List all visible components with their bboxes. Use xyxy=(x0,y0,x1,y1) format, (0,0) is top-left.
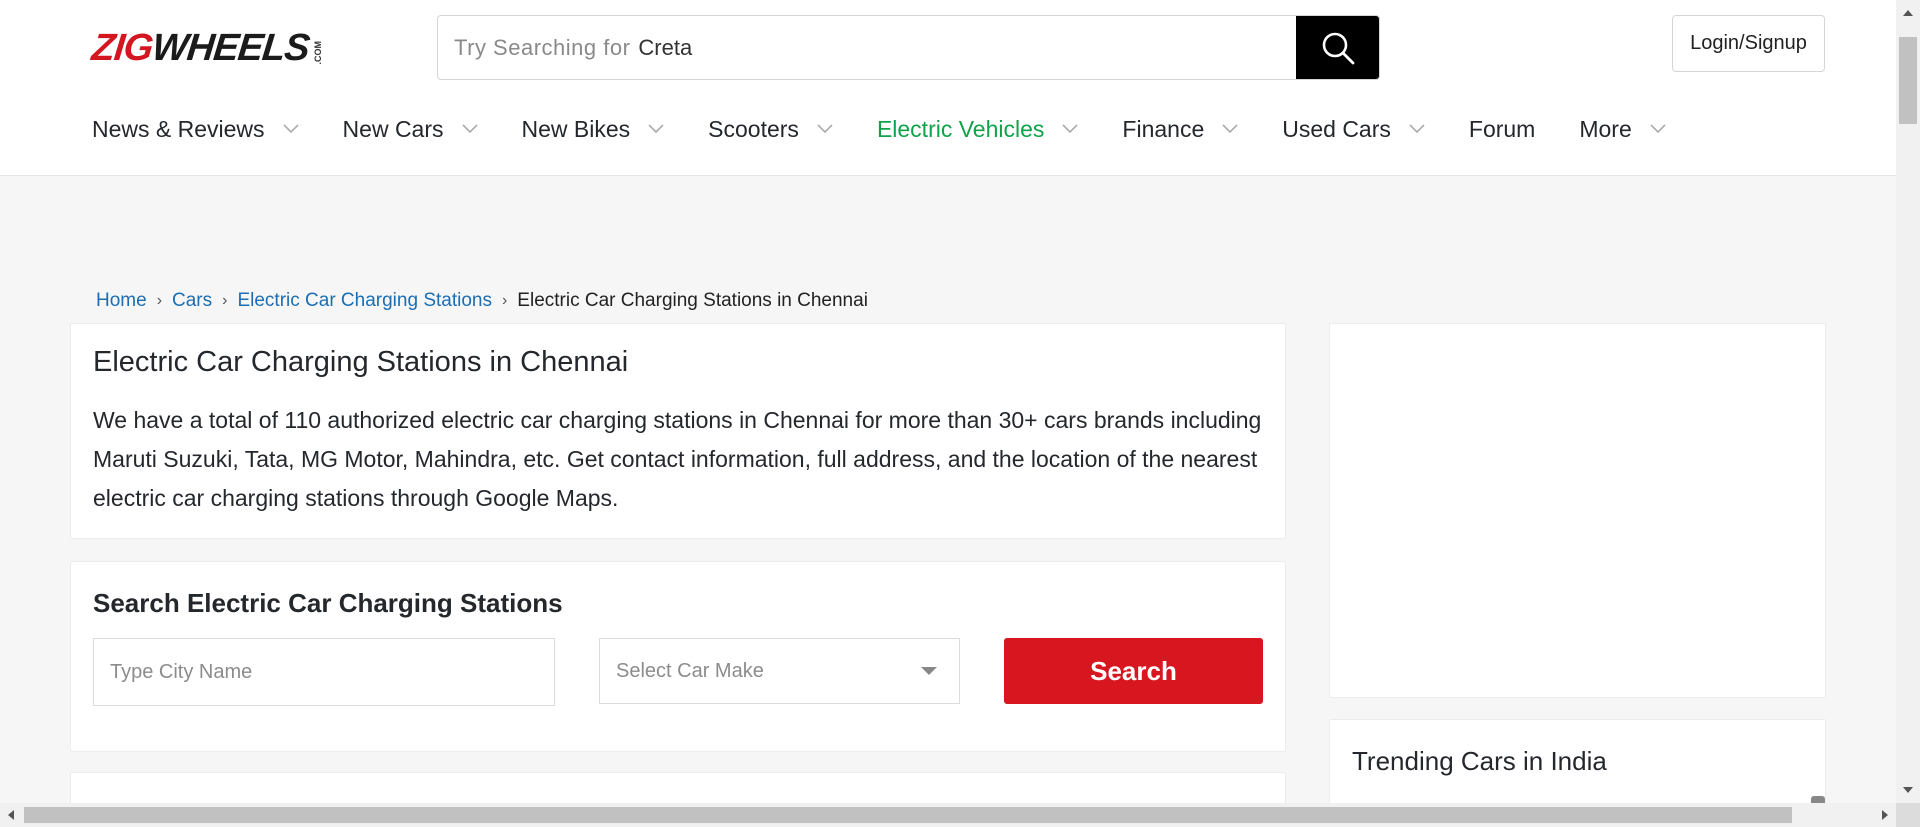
ad-slot xyxy=(1329,323,1826,698)
nav-item-label: More xyxy=(1579,115,1632,142)
global-search-input[interactable]: Try Searching for Creta xyxy=(438,16,1296,79)
nav-item-used-cars[interactable]: Used Cars xyxy=(1282,116,1425,143)
station-search-button[interactable]: Search xyxy=(1004,638,1263,704)
nav-item-scooters[interactable]: Scooters xyxy=(708,116,833,143)
chevron-down-icon xyxy=(461,124,478,134)
chevron-down-icon xyxy=(648,124,664,134)
logo-suffix: .COM xyxy=(312,40,323,65)
station-search-title: Search Electric Car Charging Stations xyxy=(93,588,563,618)
nav-item-label: Electric Vehicles xyxy=(876,115,1045,142)
global-search: Try Searching for Creta xyxy=(437,15,1380,80)
logo-wordmark: ZIGWHEELS xyxy=(89,27,312,69)
breadcrumb-separator: › xyxy=(501,292,508,309)
zigwheels-logo[interactable]: ZIGWHEELS .COM xyxy=(89,27,323,69)
car-make-select[interactable]: Select Car Make xyxy=(599,638,960,704)
breadcrumb: Home › Cars › Electric Car Charging Stations… xyxy=(96,290,868,312)
city-input-placeholder: Type City Name xyxy=(110,660,253,683)
caret-down-icon xyxy=(921,667,937,675)
nav-item-label: Forum xyxy=(1468,115,1536,142)
scroll-down-icon[interactable] xyxy=(1903,787,1913,793)
chevron-down-icon xyxy=(817,124,833,134)
chevron-down-icon xyxy=(1222,124,1238,134)
nav-item-finance[interactable]: Finance xyxy=(1122,116,1238,143)
search-suggestion-term: Creta xyxy=(638,34,693,60)
intro-card: Electric Car Charging Stations in Chenna… xyxy=(70,323,1286,539)
breadcrumb-separator: › xyxy=(222,292,228,309)
nav-item-label: New Bikes xyxy=(521,115,631,142)
nav-item-label: Scooters xyxy=(708,115,799,142)
nav-item-forum[interactable]: Forum xyxy=(1469,116,1535,143)
chevron-down-icon xyxy=(1062,124,1078,134)
nav-item-news-reviews[interactable]: News & Reviews xyxy=(92,116,299,143)
main-nav: News & Reviews New Cars New Bikes Scooters E… xyxy=(92,112,1710,146)
nav-item-label: New Cars xyxy=(342,115,444,142)
city-name-input[interactable]: Type City Name xyxy=(93,638,555,706)
nav-item-more[interactable]: More xyxy=(1579,115,1666,143)
trending-cars-title: Trending Cars in India xyxy=(1352,746,1607,776)
chevron-down-icon xyxy=(282,124,299,134)
horizontal-scroll-thumb[interactable] xyxy=(24,807,1792,823)
breadcrumb-link-electric-car-charging-stations[interactable]: Electric Car Charging Stations xyxy=(237,290,492,312)
breadcrumb-link-home[interactable]: Home xyxy=(96,290,147,312)
login-signup-button[interactable]: Login/Signup xyxy=(1672,15,1825,72)
car-make-placeholder: Select Car Make xyxy=(616,659,764,682)
nav-item-electric-vehicles[interactable]: Electric Vehicles xyxy=(877,116,1078,143)
horizontal-scrollbar[interactable] xyxy=(0,803,1896,827)
scrollbar-corner xyxy=(1896,803,1920,827)
intro-description: We have a total of 110 authorized electr… xyxy=(93,407,1262,511)
vertical-scroll-thumb[interactable] xyxy=(1899,37,1917,124)
scroll-left-icon[interactable] xyxy=(8,810,14,820)
breadcrumb-separator: › xyxy=(156,292,163,309)
page-title: Electric Car Charging Stations in Chenna… xyxy=(93,346,629,378)
breadcrumb-link-cars[interactable]: Cars xyxy=(172,290,212,312)
nav-item-label: Finance xyxy=(1122,115,1205,142)
chevron-down-icon xyxy=(1650,124,1666,134)
global-search-button[interactable] xyxy=(1296,16,1379,79)
vertical-scrollbar[interactable] xyxy=(1896,0,1920,803)
breadcrumb-current: Electric Car Charging Stations in Chenna… xyxy=(517,290,868,311)
nav-item-label: News & Reviews xyxy=(92,115,265,142)
scroll-right-icon[interactable] xyxy=(1882,810,1888,820)
nav-item-new-cars[interactable]: New Cars xyxy=(343,116,478,143)
nav-item-label: Used Cars xyxy=(1282,115,1391,142)
station-search-card: Search Electric Car Charging Stations Ty… xyxy=(70,561,1286,752)
nav-item-new-bikes[interactable]: New Bikes xyxy=(522,116,665,143)
scroll-up-icon[interactable] xyxy=(1903,10,1913,16)
chevron-down-icon xyxy=(1409,124,1425,134)
search-icon xyxy=(1322,32,1354,64)
site-header: ZIGWHEELS .COM Try Searching for Creta L… xyxy=(0,0,1896,176)
search-hint: Try Searching for xyxy=(454,34,631,60)
